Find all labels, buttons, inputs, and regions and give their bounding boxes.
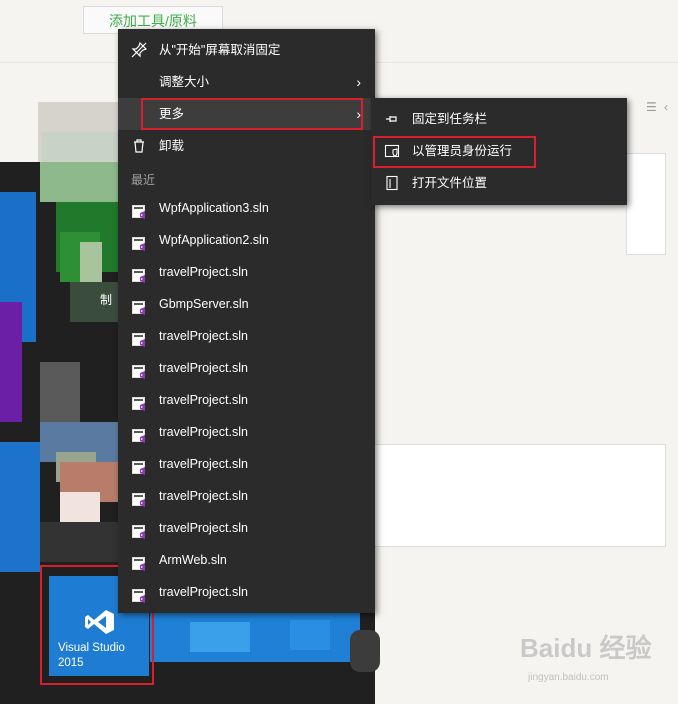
menu-item-label: 调整大小 [159, 75, 210, 89]
file-location-icon [384, 175, 400, 191]
recent-item-label: travelProject.sln [159, 521, 248, 535]
menu-item-resize[interactable]: 调整大小 › [118, 66, 375, 98]
recent-item[interactable]: travelProject.sln [118, 384, 375, 416]
menu-item-uninstall[interactable]: 卸载 [118, 130, 375, 162]
vs-solution-file-icon [132, 296, 147, 315]
recent-item-label: travelProject.sln [159, 329, 248, 343]
recent-item-label: travelProject.sln [159, 457, 248, 471]
recent-item-label: ArmWeb.sln [159, 553, 227, 567]
recent-item-label: travelProject.sln [159, 489, 248, 503]
watermark-url: jingyan.baidu.com [528, 672, 609, 683]
vs-solution-file-icon [132, 552, 147, 571]
vs-solution-file-icon [132, 424, 147, 443]
recent-item-label: GbmpServer.sln [159, 297, 249, 311]
menu-item-unpin[interactable]: 从"开始"屏幕取消固定 [118, 34, 375, 66]
submenu-item-label: 打开文件位置 [412, 176, 488, 190]
pixelated-region: 制 [0, 102, 118, 582]
recent-item-label: travelProject.sln [159, 425, 248, 439]
trash-icon [131, 138, 147, 154]
recent-item[interactable]: travelProject.sln [118, 352, 375, 384]
watermark-logo: Baidu 经验 [520, 633, 652, 663]
baidu-watermark: Baidu 经验 jingyan.baidu.com [520, 628, 670, 688]
vs-solution-file-icon [132, 584, 147, 603]
recent-item[interactable]: travelProject.sln [118, 480, 375, 512]
vs-solution-file-icon [132, 200, 147, 219]
recent-item[interactable]: ArmWeb.sln [118, 544, 375, 576]
recent-item[interactable]: travelProject.sln [118, 256, 375, 288]
recent-item[interactable]: travelProject.sln [118, 512, 375, 544]
pixelated-tiles-bottom [150, 612, 380, 672]
more-highlight-box [141, 98, 363, 130]
recent-header: 最近 [131, 173, 156, 187]
recent-item-label: WpfApplication3.sln [159, 201, 269, 215]
recent-item[interactable]: WpfApplication3.sln [118, 192, 375, 224]
menu-item-label: 从"开始"屏幕取消固定 [159, 43, 281, 57]
recent-item[interactable]: travelProject.sln [118, 576, 375, 608]
unpin-icon [131, 41, 148, 58]
vs-solution-file-icon [132, 328, 147, 347]
recent-item[interactable]: travelProject.sln [118, 448, 375, 480]
context-menu: 从"开始"屏幕取消固定 调整大小 › 更多 › 卸载 最近 WpfApplica… [118, 29, 375, 613]
list-icon[interactable]: ☰ [646, 101, 660, 113]
submenu-item-pin-taskbar[interactable]: 固定到任务栏 [371, 103, 627, 135]
recent-item-label: travelProject.sln [159, 585, 248, 599]
content-panel-bottom [374, 444, 666, 547]
recent-item-label: travelProject.sln [159, 393, 248, 407]
submenu-item-label: 固定到任务栏 [412, 112, 488, 126]
recent-item[interactable]: travelProject.sln [118, 416, 375, 448]
pin-icon [384, 111, 400, 127]
vs-solution-file-icon [132, 360, 147, 379]
collapse-icon[interactable]: ‹ [664, 101, 678, 113]
vs-solution-file-icon [132, 488, 147, 507]
pixelated-label: 制 [100, 293, 113, 307]
content-panel-top [626, 153, 666, 255]
recent-item[interactable]: GbmpServer.sln [118, 288, 375, 320]
vs-solution-file-icon [132, 520, 147, 539]
vs-solution-file-icon [132, 392, 147, 411]
vs-solution-file-icon [132, 264, 147, 283]
recent-item[interactable]: WpfApplication2.sln [118, 224, 375, 256]
recent-item[interactable]: travelProject.sln [118, 320, 375, 352]
recent-item-label: WpfApplication2.sln [159, 233, 269, 247]
recent-item-label: travelProject.sln [159, 265, 248, 279]
run-as-admin-highlight-box [373, 136, 536, 168]
menu-item-label: 卸载 [159, 139, 185, 153]
chevron-right-icon: › [356, 74, 361, 90]
vs-solution-file-icon [132, 232, 147, 251]
submenu-item-open-location[interactable]: 打开文件位置 [371, 167, 627, 199]
recent-item-label: travelProject.sln [159, 361, 248, 375]
vs-solution-file-icon [132, 456, 147, 475]
